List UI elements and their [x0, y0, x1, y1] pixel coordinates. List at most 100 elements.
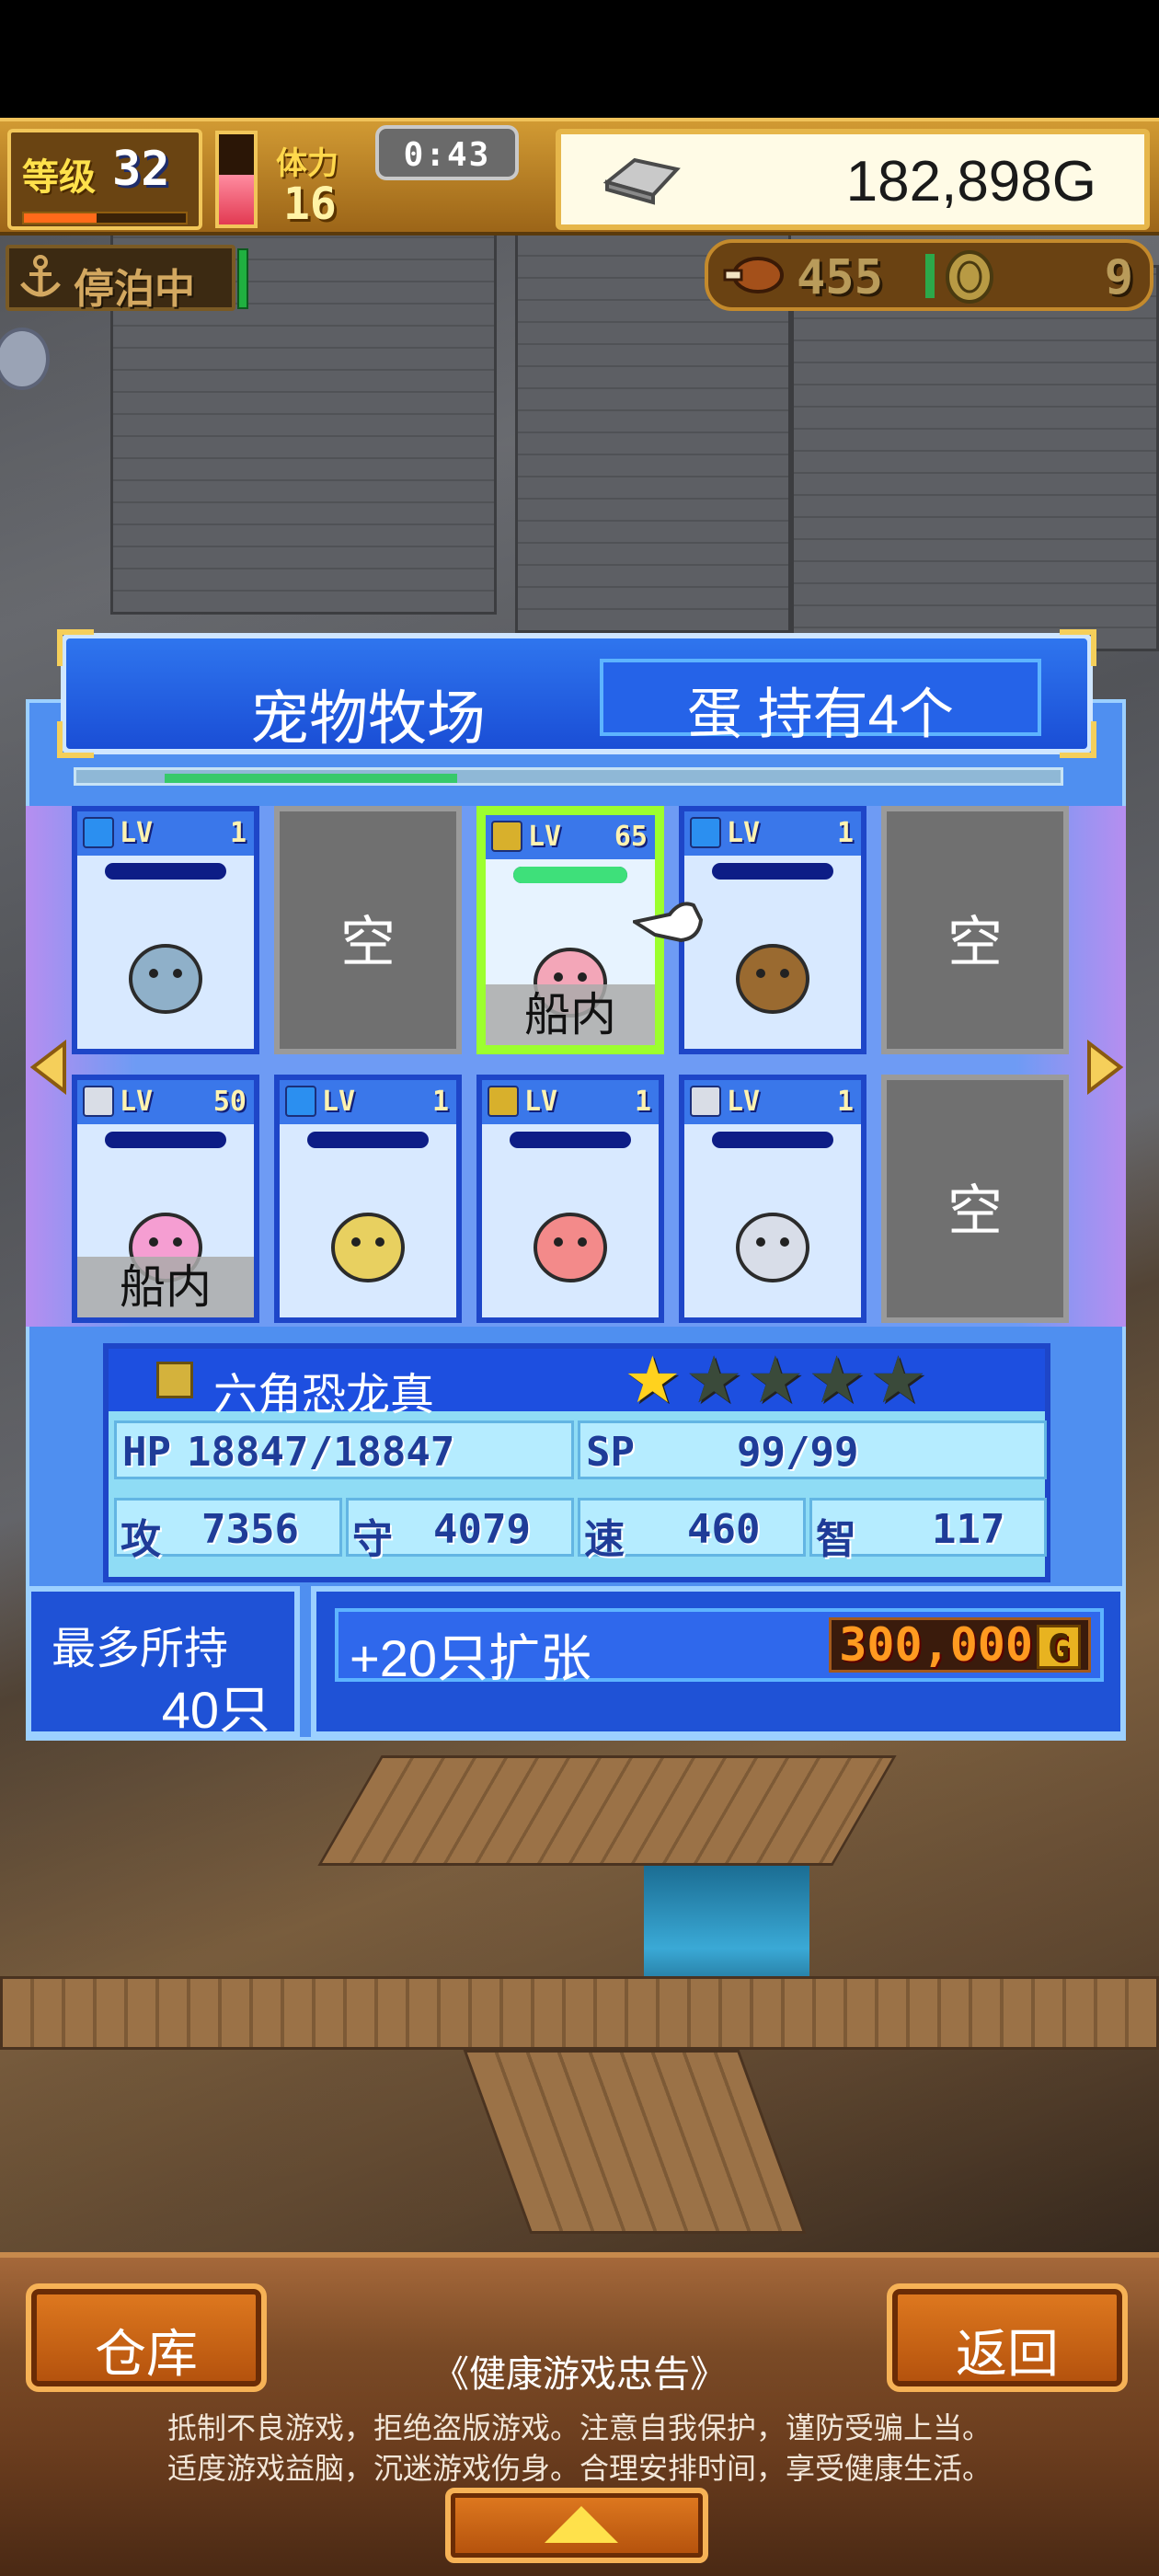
- stairs: [463, 2050, 807, 2234]
- medal-coin-icon: [946, 250, 993, 304]
- intelligence-cell: 智 117: [809, 1498, 1047, 1563]
- stat-row-hp-sp: HP 18847/18847 SP 99/99: [114, 1415, 1047, 1483]
- pet-level-value: 1: [431, 1086, 449, 1118]
- water-element-icon: [285, 1086, 316, 1117]
- stat-row-combat: 攻 7356 守 4079 速 460 智 117: [114, 1492, 1047, 1563]
- resource-box: 455 9: [705, 239, 1153, 311]
- empty-pet-slot[interactable]: 空: [881, 1075, 1069, 1323]
- frame-corner: [1060, 721, 1096, 758]
- star-empty-icon: ★: [808, 1344, 866, 1416]
- pet-hp-bar: [712, 1132, 833, 1148]
- expand-menu-button[interactable]: [445, 2488, 708, 2563]
- stamina-timer: 0:43: [375, 125, 519, 180]
- pet-card-header: LV 1: [482, 1080, 659, 1124]
- hp-cell: HP 18847/18847: [114, 1420, 574, 1479]
- star-empty-icon: ★: [746, 1344, 805, 1416]
- attack-cell: 攻 7356: [114, 1498, 342, 1563]
- empty-pet-slot[interactable]: 空: [881, 806, 1069, 1054]
- stamina-label: 体力: [276, 145, 339, 182]
- stamina-gauge-fill: [219, 175, 254, 224]
- pet-hp-bar: [105, 1132, 226, 1148]
- pet-card-header: LV 1: [77, 811, 254, 856]
- speed-value: 460: [687, 1506, 761, 1553]
- pet-level-value: 1: [634, 1086, 651, 1118]
- triangle-up-icon: [545, 2506, 618, 2543]
- empty-slot-label: 空: [340, 912, 396, 973]
- pet-card[interactable]: LV 50 船内: [72, 1075, 259, 1323]
- anchor-indicator: [237, 248, 248, 309]
- pet-card[interactable]: LV 1: [72, 806, 259, 1054]
- food-value: 455: [797, 250, 883, 305]
- attack-value: 7356: [201, 1506, 299, 1553]
- left-arrow-icon[interactable]: [28, 1040, 68, 1095]
- pet-card-header: LV 65: [486, 815, 655, 859]
- eggs-count-text: 蛋 持有4个: [686, 684, 955, 745]
- pet-card[interactable]: LV 1: [679, 1075, 866, 1323]
- rarity-stars: ★ ★ ★ ★ ★: [624, 1344, 927, 1416]
- wooden-dock: [317, 1755, 897, 1866]
- ranch-header: 宠物牧场 蛋 持有4个: [57, 629, 1096, 758]
- eggs-button[interactable]: 蛋 持有4个: [600, 659, 1041, 745]
- pet-sprite: [684, 913, 861, 1032]
- level-value: 32: [112, 142, 170, 197]
- exp-bar: [22, 212, 188, 224]
- pet-card-header: LV 50: [77, 1080, 254, 1124]
- pet-level-value: 65: [614, 821, 648, 853]
- pet-card[interactable]: LV 1: [274, 1075, 462, 1323]
- pet-hp-bar-fill: [513, 867, 627, 883]
- pet-hp-bar: [513, 867, 627, 883]
- sp-value: 99/99: [737, 1429, 859, 1476]
- pet-sprite-icon: [331, 1213, 405, 1282]
- defense-value: 4079: [433, 1506, 531, 1553]
- expand-cost: 300,000 G: [829, 1617, 1091, 1673]
- level-label: 等级: [22, 156, 96, 199]
- gold-g-icon: G: [1037, 1625, 1081, 1670]
- castle-wall: [791, 265, 1159, 651]
- thunder-element-icon: [488, 1086, 519, 1117]
- pet-lv-prefix: LV: [524, 1086, 558, 1118]
- empty-pet-slot[interactable]: 空: [274, 806, 462, 1054]
- frame-corner: [1060, 629, 1096, 666]
- defense-cell: 守 4079: [346, 1498, 574, 1563]
- hp-value: 18847/18847: [187, 1429, 455, 1476]
- page-scroll-track[interactable]: [74, 767, 1063, 786]
- pet-sprite-icon: [129, 944, 202, 1014]
- pet-name-row: 六角恐龙真 ★ ★ ★ ★ ★: [109, 1344, 1045, 1420]
- neutral-element-icon: [83, 1086, 114, 1117]
- gold-display[interactable]: 182,898G: [556, 129, 1150, 230]
- intelligence-label: 智: [816, 1516, 856, 1563]
- in-ship-tag: 船内: [77, 1257, 254, 1317]
- pet-name: 六角恐龙真: [213, 1371, 435, 1420]
- empty-slot-label: 空: [947, 1180, 1003, 1242]
- speed-label: 速: [584, 1516, 625, 1563]
- anchor-status-text: 停泊中: [74, 266, 195, 313]
- speed-cell: 速 460: [578, 1498, 806, 1563]
- hp-label: HP: [122, 1429, 171, 1476]
- pet-sprite-icon: [736, 944, 809, 1014]
- pet-sprite-icon: [736, 1213, 809, 1282]
- pet-lv-prefix: LV: [727, 1086, 761, 1118]
- exp-bar-fill: [24, 213, 98, 223]
- pet-level-value: 50: [212, 1086, 247, 1118]
- expand-capacity-button[interactable]: +20只扩张 300,000 G: [335, 1608, 1104, 1687]
- neutral-element-icon: [690, 1086, 721, 1117]
- empty-slot-label: 空: [947, 912, 1003, 973]
- pet-lv-prefix: LV: [528, 821, 562, 853]
- attack-label: 攻: [120, 1516, 161, 1563]
- pet-hp-bar: [510, 1132, 631, 1148]
- anchor-status-box: 停泊中: [6, 245, 235, 313]
- stamina-gauge: [215, 131, 258, 228]
- meat-icon: [723, 257, 784, 293]
- player-level-box: 等级 32: [7, 129, 202, 230]
- gold-value: 182,898G: [845, 150, 1096, 213]
- pet-hp-bar: [105, 863, 226, 880]
- health-notice-title: 《健康游戏忠告》: [432, 2354, 727, 2395]
- pet-card[interactable]: LV 1: [476, 1075, 664, 1323]
- stamina-value: 16: [283, 178, 337, 230]
- right-arrow-icon[interactable]: [1085, 1040, 1126, 1095]
- wooden-pier: [0, 1976, 1159, 2050]
- page-scroll-thumb[interactable]: [165, 774, 457, 783]
- pet-card[interactable]: LV 1: [679, 806, 866, 1054]
- sp-cell: SP 99/99: [578, 1420, 1047, 1479]
- pet-sprite: [77, 913, 254, 1032]
